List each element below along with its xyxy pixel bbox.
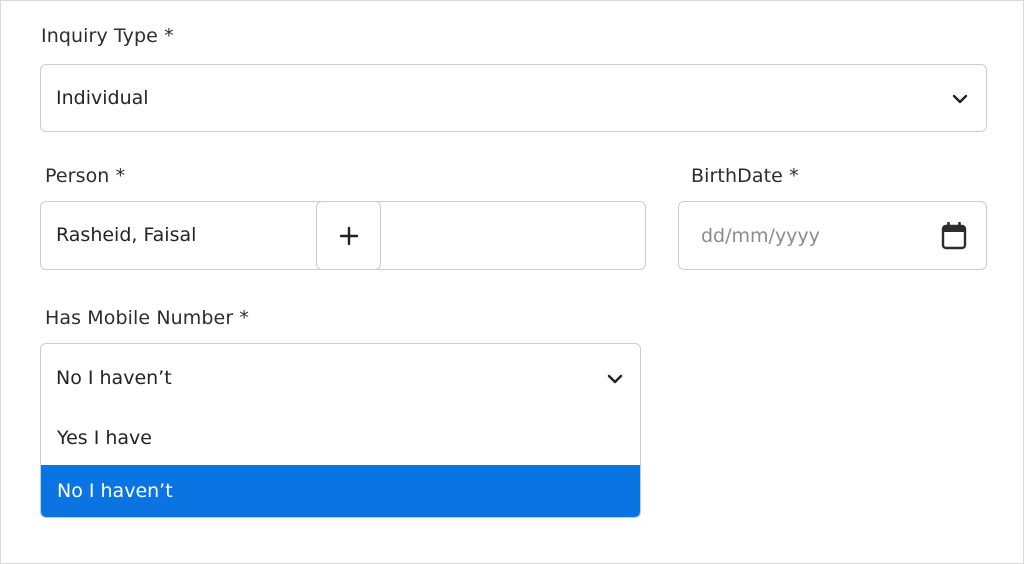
add-person-button[interactable]: [316, 201, 381, 270]
birthdate-input[interactable]: dd/mm/yyyy: [678, 201, 987, 270]
birthdate-placeholder: dd/mm/yyyy: [701, 225, 820, 247]
plus-icon: [339, 226, 358, 245]
inquiry-type-select[interactable]: Individual: [40, 64, 987, 132]
form-panel: Inquiry Type * Individual Person * Rashe…: [0, 0, 1024, 564]
calendar-icon[interactable]: [941, 222, 967, 250]
has-mobile-options: Yes I have No I haven’t: [40, 412, 641, 518]
chevron-down-icon: [952, 94, 968, 104]
has-mobile-label: Has Mobile Number *: [45, 307, 249, 329]
person-label: Person *: [45, 165, 126, 187]
inquiry-type-label: Inquiry Type *: [41, 25, 174, 47]
inquiry-type-value: Individual: [56, 87, 149, 109]
chevron-down-icon: [607, 374, 623, 384]
has-mobile-select[interactable]: No I haven’t: [40, 343, 641, 413]
option-yes-i-have[interactable]: Yes I have: [41, 412, 640, 465]
option-no-i-havent[interactable]: No I haven’t: [41, 465, 640, 517]
has-mobile-value: No I haven’t: [56, 367, 172, 389]
birthdate-label: BirthDate *: [691, 165, 799, 187]
person-value: Rasheid, Faisal: [56, 224, 197, 246]
